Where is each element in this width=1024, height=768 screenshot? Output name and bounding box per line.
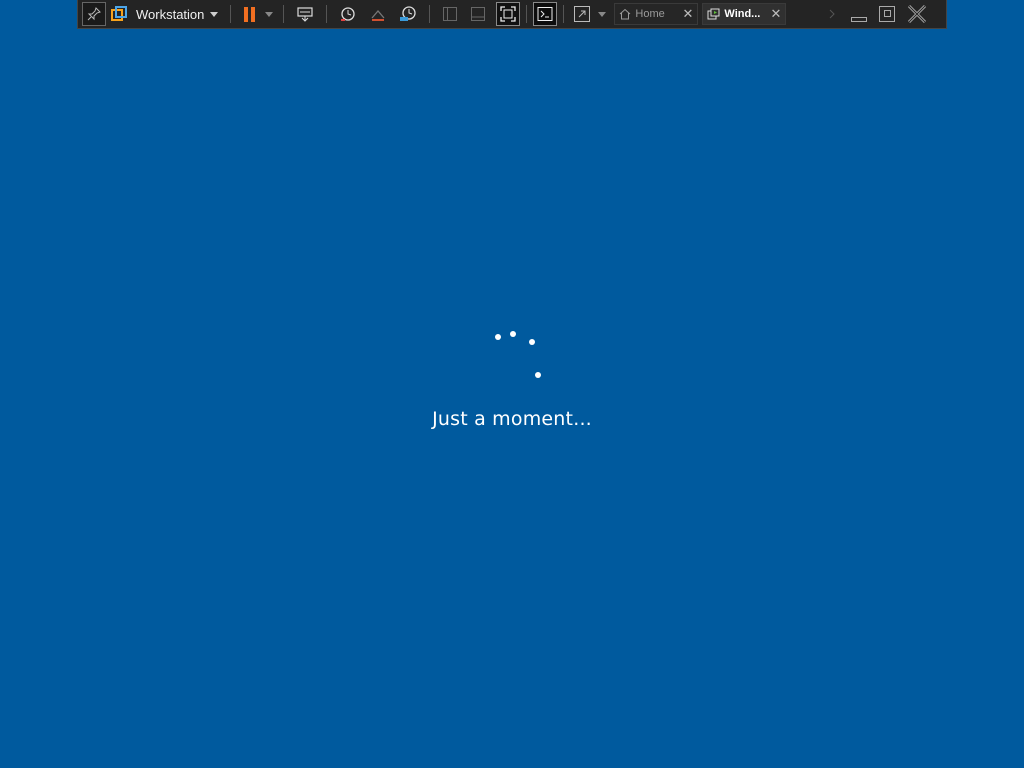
power-options-dropdown[interactable] <box>261 2 277 26</box>
exit-fullscreen-button[interactable] <box>902 2 932 26</box>
tab-home[interactable]: Home ✕ <box>614 3 699 25</box>
tab-vm-label: Wind... <box>724 8 761 20</box>
snapshot-icon <box>341 7 356 21</box>
vm-screen: Workstation Home ✕ Wind... ✕ Just a mome… <box>0 0 1024 768</box>
revert-snapshot-icon <box>371 10 385 21</box>
console-view-button[interactable] <box>533 2 558 26</box>
pin-toolbar-icon[interactable] <box>82 2 106 26</box>
separator <box>230 5 232 23</box>
workstation-menu-label: Workstation <box>136 6 205 22</box>
minimize-icon <box>851 17 868 22</box>
stretch-guest-button[interactable] <box>570 2 594 26</box>
chevron-down-icon <box>210 11 219 17</box>
tab-scroll-right[interactable] <box>826 2 838 26</box>
minimize-button[interactable] <box>846 2 872 26</box>
spinner-dot <box>495 334 501 340</box>
separator <box>526 5 528 23</box>
close-tab-icon[interactable]: ✕ <box>683 6 694 22</box>
send-ctrl-alt-del-button[interactable] <box>290 2 320 26</box>
separator <box>563 5 565 23</box>
tab-home-label: Home <box>635 8 665 20</box>
fit-guest-icon <box>500 6 517 22</box>
home-icon <box>620 8 631 20</box>
chevron-down-icon <box>265 11 274 17</box>
workstation-menu[interactable]: Workstation <box>132 2 219 26</box>
pause-button[interactable] <box>237 2 261 26</box>
revert-snapshot-button[interactable] <box>363 2 393 26</box>
spinner-dot <box>529 339 535 345</box>
chevron-down-icon <box>598 11 607 17</box>
separator <box>326 5 328 23</box>
terminal-icon <box>537 7 553 21</box>
thumbnail-bar-icon <box>471 7 486 21</box>
separator <box>429 5 431 23</box>
separator <box>283 5 285 23</box>
fit-guest-button[interactable] <box>496 2 521 26</box>
setup-status-text: Just a moment... <box>432 408 592 430</box>
tab-vm[interactable]: Wind... ✕ <box>702 3 787 25</box>
restore-icon <box>879 6 896 22</box>
library-icon <box>443 7 458 21</box>
send-keys-icon <box>297 7 314 22</box>
close-icon <box>908 4 927 24</box>
take-snapshot-button[interactable] <box>333 2 363 26</box>
show-thumbnail-bar-button[interactable] <box>464 2 492 26</box>
spinner-dot <box>510 331 516 337</box>
show-library-button[interactable] <box>436 2 464 26</box>
snapshot-manager-button[interactable] <box>393 2 423 26</box>
vm-icon <box>707 8 720 20</box>
vmware-logo-icon <box>106 2 132 26</box>
stretch-options-dropdown[interactable] <box>594 2 610 26</box>
chevron-right-icon <box>830 9 836 19</box>
restore-button[interactable] <box>872 2 902 26</box>
vmware-fullscreen-toolbar: Workstation Home ✕ Wind... ✕ <box>77 0 947 29</box>
close-tab-icon[interactable]: ✕ <box>771 6 782 22</box>
spinner-dot <box>535 372 541 378</box>
pause-icon <box>243 6 255 22</box>
stretch-icon <box>574 6 591 22</box>
snapshot-manager-icon <box>400 6 417 21</box>
